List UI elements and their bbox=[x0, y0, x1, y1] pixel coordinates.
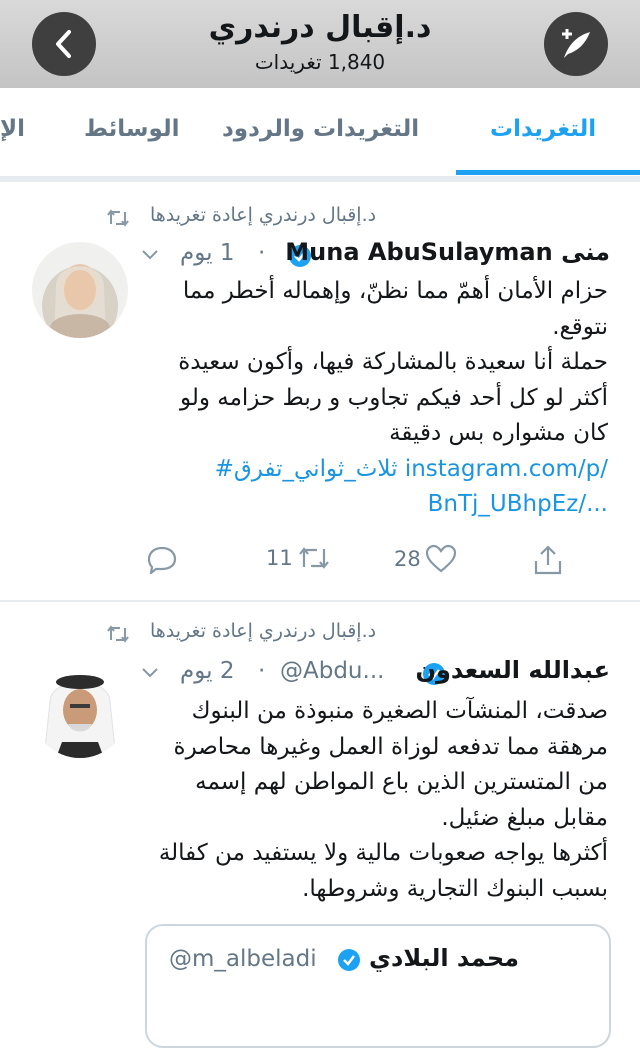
handle[interactable]: @Abdu... bbox=[280, 658, 384, 684]
dot-separator: · bbox=[258, 658, 266, 684]
profile-header: د.إقبال درندري 1,840 تغريدات bbox=[0, 0, 640, 88]
like-button[interactable]: 28 bbox=[394, 544, 457, 574]
retweet-label: د.إقبال درندري إعادة تغريدها bbox=[150, 204, 377, 226]
chevron-left-icon bbox=[56, 30, 71, 58]
avatar[interactable] bbox=[32, 242, 128, 338]
avatar-image bbox=[32, 242, 128, 338]
retweet-icon bbox=[298, 547, 329, 569]
display-name[interactable]: Muna AbuSulayman منى bbox=[285, 238, 610, 266]
tweet-divider bbox=[0, 600, 640, 602]
quoted-display-name: محمد البلادي bbox=[369, 944, 520, 972]
tweet-text-line: حزام الأمان أهمّ مما نظنّ، وإهماله أخطر … bbox=[182, 278, 608, 340]
retweet-button[interactable]: 11 bbox=[266, 544, 331, 572]
display-name[interactable]: عبدالله السعدون bbox=[416, 656, 610, 684]
tweet-text-line: أكثرها يواجه صعوبات مالية ولا يستفيد من … bbox=[158, 840, 608, 902]
retweet-count: 11 bbox=[266, 546, 293, 570]
compose-button[interactable] bbox=[544, 12, 608, 76]
tab-media[interactable]: الوسائط bbox=[84, 116, 179, 142]
compose-tweet-icon bbox=[562, 29, 590, 58]
profile-tabs: التغريدات التغريدات والردود الوسائط الإ bbox=[0, 88, 640, 177]
tweet-text-line: صدقت، المنشآت الصغيرة منبوذة من البنوك م… bbox=[173, 698, 608, 831]
tab-tweets-and-replies[interactable]: التغريدات والردود bbox=[222, 116, 419, 142]
retweet-label: د.إقبال درندري إعادة تغريدها bbox=[150, 620, 377, 642]
retweet-context: د.إقبال درندري إعادة تغريدها bbox=[0, 620, 640, 650]
dot-separator: · bbox=[258, 240, 266, 266]
tweet-header: 1 يوم · Muna AbuSulayman منى bbox=[140, 238, 610, 274]
tab-likes[interactable]: الإ bbox=[0, 116, 25, 142]
chevron-down-icon[interactable] bbox=[140, 248, 160, 262]
tweet-body: حزام الأمان أهمّ مما نظنّ، وإهماله أخطر … bbox=[140, 274, 608, 523]
back-button[interactable] bbox=[32, 12, 96, 76]
tweet-header: 2 يوم · @Abdu... عبدالله السعدون bbox=[140, 656, 610, 692]
tweet-text-line: حملة أنا سعيدة بالمشاركة فيها، وأكون سعي… bbox=[178, 349, 608, 446]
heart-icon bbox=[425, 544, 456, 573]
retweet-icon bbox=[107, 209, 129, 227]
share-button[interactable] bbox=[532, 544, 564, 576]
avatar-image bbox=[32, 662, 128, 758]
profile-name: د.إقبال درندري bbox=[208, 10, 432, 45]
quoted-tweet[interactable]: @m_albeladi محمد البلادي bbox=[145, 924, 611, 1048]
reply-icon bbox=[147, 546, 177, 574]
chevron-down-icon[interactable] bbox=[140, 666, 160, 680]
tweet-actions: 11 28 bbox=[140, 544, 570, 584]
tweet-time[interactable]: 2 يوم bbox=[180, 658, 234, 684]
tweet-link-continued[interactable]: BnTj_UBhpEz/... bbox=[140, 487, 608, 523]
share-icon bbox=[534, 545, 562, 575]
retweet-icon bbox=[107, 625, 129, 643]
tab-tweets[interactable]: التغريدات bbox=[490, 116, 596, 142]
tweet-count: 1,840 تغريدات bbox=[254, 50, 386, 74]
avatar[interactable] bbox=[32, 662, 128, 758]
quoted-handle: @m_albeladi bbox=[169, 946, 317, 972]
tweet-body: صدقت، المنشآت الصغيرة منبوذة من البنوك م… bbox=[140, 694, 608, 907]
tabs-divider bbox=[0, 176, 640, 182]
retweet-context: د.إقبال درندري إعادة تغريدها bbox=[0, 204, 640, 234]
active-tab-indicator bbox=[456, 170, 640, 175]
tweet-link[interactable]: #ثلاث_ثواني_تفرق instagram.com/p/ bbox=[140, 452, 608, 488]
reply-button[interactable] bbox=[146, 544, 178, 574]
tweet-time[interactable]: 1 يوم bbox=[180, 240, 234, 266]
like-count: 28 bbox=[394, 547, 421, 571]
verified-badge-icon bbox=[338, 949, 360, 971]
